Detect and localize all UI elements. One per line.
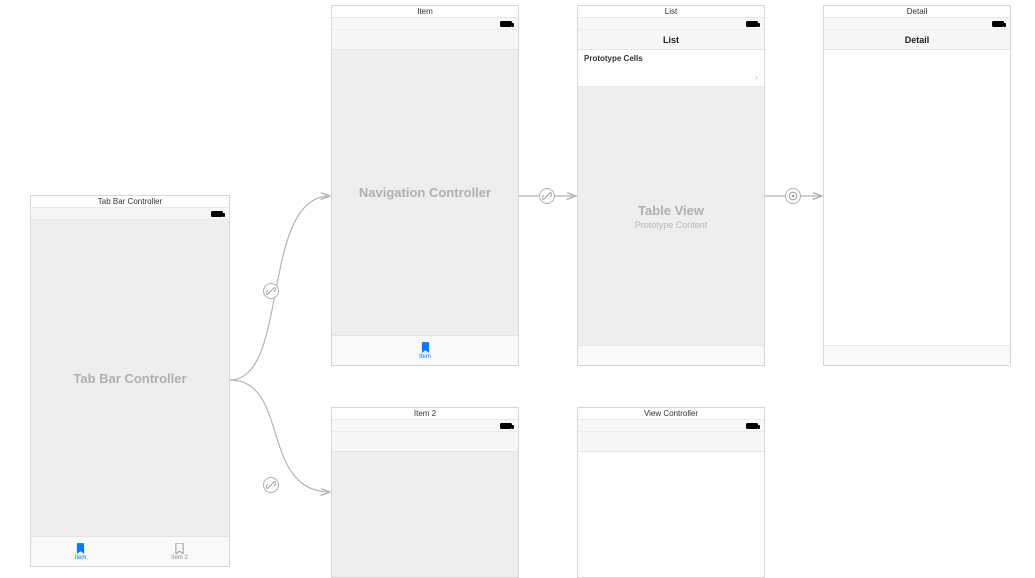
tv-placeholder-sub: Prototype Content bbox=[635, 220, 708, 230]
nav-bar-empty bbox=[332, 30, 518, 50]
status-bar bbox=[332, 420, 518, 432]
tab-item-2[interactable]: Item 2 bbox=[130, 537, 229, 566]
scene-title: Tab Bar Controller bbox=[31, 196, 229, 208]
content-area bbox=[824, 50, 1010, 345]
nav-title: List bbox=[663, 35, 679, 45]
battery-icon bbox=[746, 423, 758, 429]
content-area bbox=[578, 452, 764, 577]
scene-title: Detail bbox=[824, 6, 1010, 18]
scene-title: View Controller bbox=[578, 408, 764, 420]
bookmark-icon bbox=[421, 342, 430, 353]
segue-badge-tab-item[interactable] bbox=[263, 283, 279, 299]
nav-bar-empty bbox=[332, 432, 518, 452]
content-area: Tab Bar Controller bbox=[31, 220, 229, 536]
table-view[interactable]: Prototype Cells › Table View Prototype C… bbox=[578, 50, 764, 345]
nav-title: Detail bbox=[905, 35, 930, 45]
nav-bar: Detail bbox=[824, 30, 1010, 50]
status-bar bbox=[578, 18, 764, 30]
battery-icon bbox=[746, 21, 758, 27]
battery-icon bbox=[992, 21, 1004, 27]
scene-title: List bbox=[578, 6, 764, 18]
tab-label: Item bbox=[75, 555, 87, 561]
table-view-placeholder: Table View Prototype Content bbox=[578, 87, 764, 345]
scene-title: Item bbox=[332, 6, 518, 18]
status-bar bbox=[578, 420, 764, 432]
nav-bar: List bbox=[578, 30, 764, 50]
status-bar bbox=[824, 18, 1010, 30]
tab-bar: Item bbox=[332, 335, 518, 365]
bookmark-icon bbox=[76, 543, 85, 554]
segue-badge-item-list[interactable] bbox=[539, 188, 555, 204]
tv-placeholder-label: Table View bbox=[638, 203, 704, 218]
tab-bar-placeholder bbox=[578, 345, 764, 365]
content-area bbox=[332, 452, 518, 577]
tab-label: Item bbox=[419, 354, 431, 360]
battery-icon bbox=[500, 423, 512, 429]
scene-detail[interactable]: Detail Detail bbox=[823, 5, 1011, 366]
bookmark-icon bbox=[175, 543, 184, 554]
battery-icon bbox=[500, 21, 512, 27]
tab-item-1[interactable]: Item bbox=[31, 537, 130, 566]
content-area: Navigation Controller bbox=[332, 50, 518, 335]
status-bar bbox=[31, 208, 229, 220]
tab-item[interactable]: Item bbox=[332, 336, 518, 365]
battery-icon bbox=[211, 211, 223, 217]
prototype-cell[interactable]: › bbox=[578, 67, 764, 87]
tab-bar: Item Item 2 bbox=[31, 536, 229, 566]
scene-title: Item 2 bbox=[332, 408, 518, 420]
placeholder-label: Navigation Controller bbox=[359, 185, 491, 200]
scene-item2[interactable]: Item 2 bbox=[331, 407, 519, 578]
scene-tab-bar-controller[interactable]: Tab Bar Controller Tab Bar Controller It… bbox=[30, 195, 230, 567]
scene-item-navigation-controller[interactable]: Item Navigation Controller Item bbox=[331, 5, 519, 366]
disclosure-indicator-icon: › bbox=[755, 72, 758, 82]
nav-bar-empty bbox=[578, 432, 764, 452]
scene-view-controller[interactable]: View Controller bbox=[577, 407, 765, 578]
prototype-cells-header: Prototype Cells bbox=[578, 50, 764, 67]
segue-badge-list-detail[interactable] bbox=[785, 188, 801, 204]
segue-badge-tab-item2[interactable] bbox=[263, 477, 279, 493]
tab-label: Item 2 bbox=[171, 555, 188, 561]
scene-list[interactable]: List List Prototype Cells › Table View P… bbox=[577, 5, 765, 366]
tab-bar-placeholder bbox=[824, 345, 1010, 365]
placeholder-label: Tab Bar Controller bbox=[73, 371, 186, 386]
status-bar bbox=[332, 18, 518, 30]
